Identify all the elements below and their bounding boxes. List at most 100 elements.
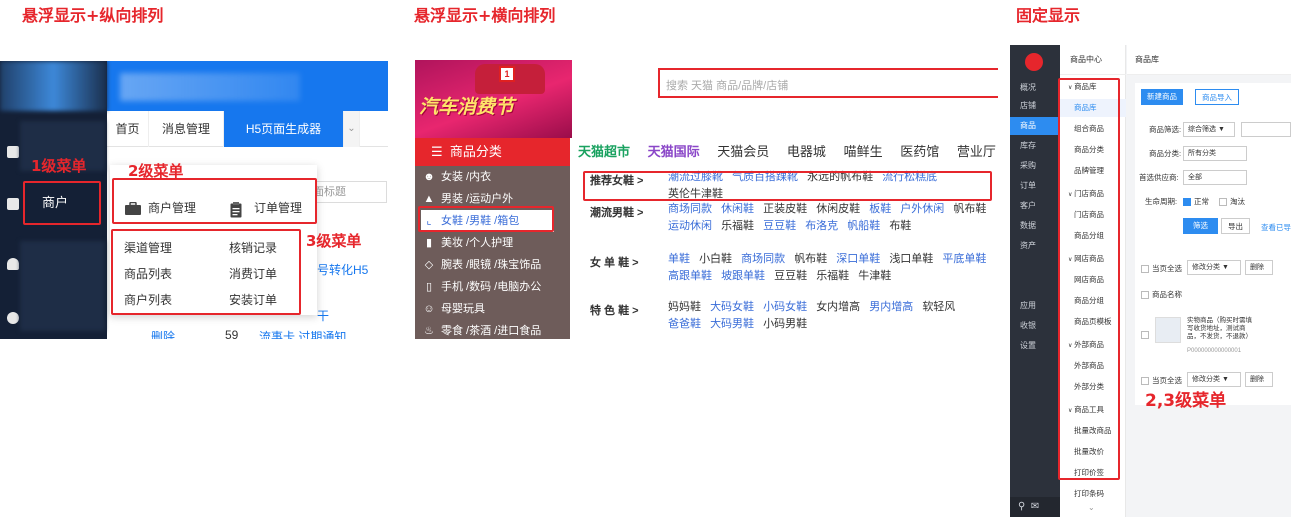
batch-category-select-bottom[interactable]: 修改分类 ▼	[1187, 372, 1241, 387]
subcategory-link[interactable]: 豆豆鞋	[774, 270, 807, 282]
category-beauty[interactable]: ▮ 美妆 /个人护理	[423, 232, 513, 254]
subcategory-link[interactable]: 布鞋	[889, 220, 911, 232]
subcategory-title[interactable]: 女 单 鞋 >	[590, 254, 639, 270]
subcategory-link[interactable]: 小白鞋	[699, 253, 732, 265]
subcategory-link[interactable]: 布洛克	[805, 220, 838, 232]
subcategory-link[interactable]: 软轻风	[922, 301, 955, 313]
select-all-checkbox-bottom[interactable]: 当页全选	[1141, 375, 1182, 386]
nav-tmall-member[interactable]: 天猫会员	[717, 144, 769, 159]
subcategory-link[interactable]: 深口单鞋	[836, 253, 880, 265]
subcategory-link[interactable]: 坡跟单鞋	[721, 270, 765, 282]
subcategory-link[interactable]: 户外休闲	[900, 203, 944, 215]
tab-messages[interactable]: 消息管理	[149, 111, 224, 147]
row-delete-link[interactable]: 删除	[151, 328, 175, 339]
subcategory-link[interactable]: 爸爸鞋	[668, 318, 701, 330]
sidebar-item-store[interactable]: 店铺	[1010, 97, 1060, 115]
subcategory-link[interactable]: 休闲鞋	[721, 203, 754, 215]
subcategory-link[interactable]: 休闲皮鞋	[816, 203, 860, 215]
row-title-link[interactable]: 流事卡 过期通知	[259, 328, 346, 339]
subcategory-link[interactable]: 运动休闲	[668, 220, 712, 232]
subcategory-link[interactable]: 商场同款	[668, 203, 712, 215]
new-product-button[interactable]: 新建商品	[1141, 89, 1183, 105]
subcategory-link[interactable]: 帆船鞋	[847, 220, 880, 232]
filter-keyword-input[interactable]	[1241, 122, 1291, 137]
subcategory-link[interactable]: 单鞋	[668, 253, 690, 265]
delete-button-bottom[interactable]: 删除	[1245, 372, 1273, 387]
subcategory-link[interactable]: 正装皮鞋	[763, 203, 807, 215]
lifecycle-normal-checkbox[interactable]: 正常	[1183, 196, 1209, 207]
subcategory-link[interactable]: 浅口单鞋	[889, 253, 933, 265]
subcategory-link[interactable]: 牛津鞋	[858, 270, 891, 282]
nav-fresh[interactable]: 喵鲜生	[844, 144, 883, 159]
sidebar-item-overview[interactable]: 概况	[1010, 79, 1060, 97]
sidebar-item-orders[interactable]: 订单	[1010, 177, 1060, 195]
subcategory-link[interactable]: 大码女鞋	[710, 301, 754, 313]
subcategory-link[interactable]: 豆豆鞋	[763, 220, 796, 232]
nav-tmall-supermarket[interactable]: 天猫超市	[578, 144, 630, 159]
subcategory-link[interactable]: 小码男鞋	[763, 318, 807, 330]
promo-banner[interactable]: 1 汽车消费节	[415, 60, 572, 138]
category-digital[interactable]: ▯ 手机 /数码 /电脑办公	[423, 276, 541, 298]
filter-button[interactable]: 筛选	[1183, 218, 1218, 234]
sidebar-item-apps[interactable]: 应用	[1010, 297, 1060, 315]
subcategory-link[interactable]: 商场同款	[741, 253, 785, 265]
select-all-checkbox[interactable]: 当页全选	[1141, 263, 1182, 274]
sidebar-item-products[interactable]: 商品	[1010, 117, 1060, 135]
product-name[interactable]: 实物商品（购买时需填写收货地址，测试商品，不发货，不退款）	[1187, 317, 1257, 341]
sidebar-item-assets[interactable]: 资产	[1010, 237, 1060, 255]
subcategory-link[interactable]: 男内增高	[869, 301, 913, 313]
submenu-item[interactable]: 打印条码	[1060, 485, 1126, 503]
logo-icon	[1025, 53, 1043, 71]
sidebar-item-customers[interactable]: 客户	[1010, 197, 1060, 215]
food-icon: ♨	[424, 325, 434, 337]
search-input[interactable]: 搜索 天猫 商品/品牌/店铺	[658, 68, 998, 98]
tab-home[interactable]: 首页	[107, 111, 149, 147]
sidebar-item-cashier[interactable]: 收银	[1010, 317, 1060, 335]
tab-h5-generator[interactable]: H5页面生成器	[224, 111, 344, 147]
category-baby[interactable]: ☺ 母婴玩具	[423, 298, 485, 320]
nav-service-hall[interactable]: 营业厅	[957, 144, 996, 159]
category-women[interactable]: ☻ 女装 /内衣	[423, 166, 491, 188]
batch-category-select[interactable]: 修改分类 ▼	[1187, 260, 1241, 275]
chevron-down-icon[interactable]: ⌄	[344, 111, 360, 147]
export-button[interactable]: 导出	[1221, 218, 1250, 234]
sidebar-item-purchase[interactable]: 采购	[1010, 157, 1060, 175]
search-icon[interactable]: ⚲ ✉	[1010, 497, 1060, 517]
main-area: 商品库 新建商品 商品导入 商品筛选: 综合筛选 ▼ 商品分类: 所有分类 首选…	[1127, 45, 1291, 517]
lifecycle-obsolete-checkbox[interactable]: 淘汰	[1219, 196, 1245, 207]
nav-tmall-global[interactable]: 天猫国际	[648, 144, 700, 159]
subcategory-link[interactable]: 妈妈鞋	[668, 301, 701, 313]
subcategory-link[interactable]: 小码女鞋	[763, 301, 807, 313]
row-checkbox[interactable]	[1141, 330, 1152, 340]
filter-type-select[interactable]: 综合筛选 ▼	[1183, 122, 1235, 137]
subcategory-link[interactable]: 板鞋	[869, 203, 891, 215]
chevron-down-icon[interactable]: ⌄	[1088, 503, 1095, 512]
category-watches[interactable]: ◇ 腕表 /眼镜 /珠宝饰品	[423, 254, 541, 276]
subcategory-link[interactable]: 乐福鞋	[721, 220, 754, 232]
subcategory-link[interactable]: 高跟单鞋	[668, 270, 712, 282]
subcategory-link[interactable]: 女内增高	[816, 301, 860, 313]
subcategory-link[interactable]: 乐福鞋	[816, 270, 849, 282]
category-food[interactable]: ♨ 零食 /茶酒 /进口食品	[423, 320, 541, 339]
sidebar-item-settings[interactable]: 设置	[1010, 337, 1060, 355]
col-product-name: 商品名称	[1141, 289, 1182, 300]
bg-link-2[interactable]: 干	[317, 307, 329, 324]
sidebar-item-inventory[interactable]: 库存	[1010, 137, 1060, 155]
subcategory-link[interactable]: 平底单鞋	[942, 253, 986, 265]
nav-appliance[interactable]: 电器城	[787, 144, 826, 159]
filter-category-select[interactable]: 所有分类	[1183, 146, 1247, 161]
view-exports-link[interactable]: 查看已导	[1261, 222, 1291, 233]
import-product-button[interactable]: 商品导入	[1195, 89, 1239, 105]
subcategory-link[interactable]: 帆布鞋	[953, 203, 986, 215]
nav-pharmacy[interactable]: 医药馆	[900, 144, 939, 159]
filter-supplier-select[interactable]: 全部	[1183, 170, 1247, 185]
subcategory-link[interactable]: 帆布鞋	[794, 253, 827, 265]
category-header[interactable]: ☰ 商品分类	[415, 138, 570, 166]
delete-button[interactable]: 删除	[1245, 260, 1273, 275]
sidebar-item-data[interactable]: 数据	[1010, 217, 1060, 235]
bg-link-convert[interactable]: 号转化H5	[317, 261, 368, 278]
subcategory-title[interactable]: 特 色 鞋 >	[590, 302, 639, 318]
subcategory-title[interactable]: 潮流男鞋 >	[590, 204, 643, 220]
subcategory-link[interactable]: 大码男鞋	[710, 318, 754, 330]
panel-fixed-sidebar: 概况 店铺 商品 库存 采购 订单 客户 数据 资产 应用 收银 设置 ⚲ ✉ …	[1010, 45, 1291, 517]
